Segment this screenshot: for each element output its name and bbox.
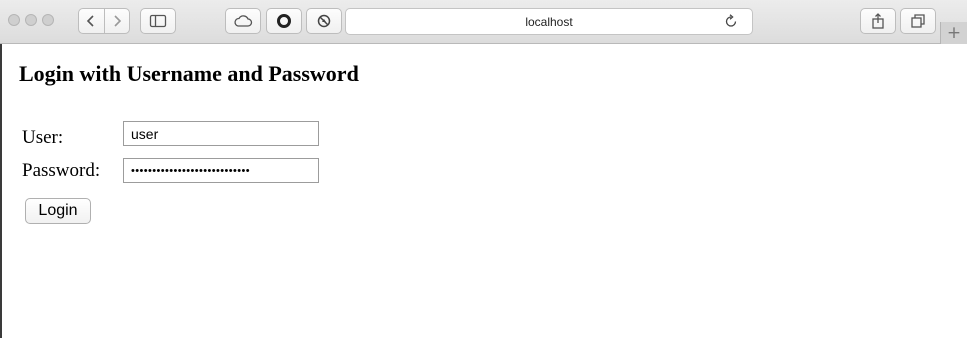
ghostery-icon	[317, 14, 331, 28]
password-input[interactable]	[123, 158, 319, 183]
address-bar[interactable]: localhost	[345, 8, 753, 35]
opera-extension-button[interactable]	[266, 8, 302, 34]
cloud-button[interactable]	[225, 8, 261, 34]
zoom-dot-icon[interactable]	[42, 14, 54, 26]
opera-icon	[277, 14, 291, 28]
user-label: User:	[22, 127, 64, 148]
cloud-icon	[234, 15, 253, 27]
login-button[interactable]: Login	[25, 198, 91, 224]
user-input[interactable]	[123, 121, 319, 146]
page-title: Login with Username and Password	[19, 61, 359, 86]
address-text: localhost	[525, 14, 573, 29]
forward-arrow-icon	[114, 15, 121, 27]
sidebar-button[interactable]	[140, 8, 176, 34]
share-icon	[872, 13, 884, 29]
close-dot-icon[interactable]	[8, 14, 20, 26]
plus-icon: +	[946, 23, 962, 43]
minimize-dot-icon[interactable]	[25, 14, 37, 26]
password-label: Password:	[22, 160, 101, 181]
page-content: Login with Username and Password User: P…	[0, 44, 967, 338]
tabs-overview-icon	[911, 14, 925, 28]
reload-icon[interactable]	[724, 14, 738, 29]
back-arrow-icon	[87, 15, 94, 27]
ghostery-extension-button[interactable]	[306, 8, 342, 34]
browser-toolbar: localhost +	[0, 0, 967, 44]
share-button[interactable]	[860, 8, 896, 34]
navigation-buttons	[78, 8, 130, 34]
new-tab-button[interactable]: +	[940, 22, 967, 44]
sidebar-icon	[149, 14, 167, 28]
forward-button[interactable]	[103, 9, 130, 33]
tab-overview-button[interactable]	[900, 8, 936, 34]
back-button[interactable]	[79, 9, 104, 33]
